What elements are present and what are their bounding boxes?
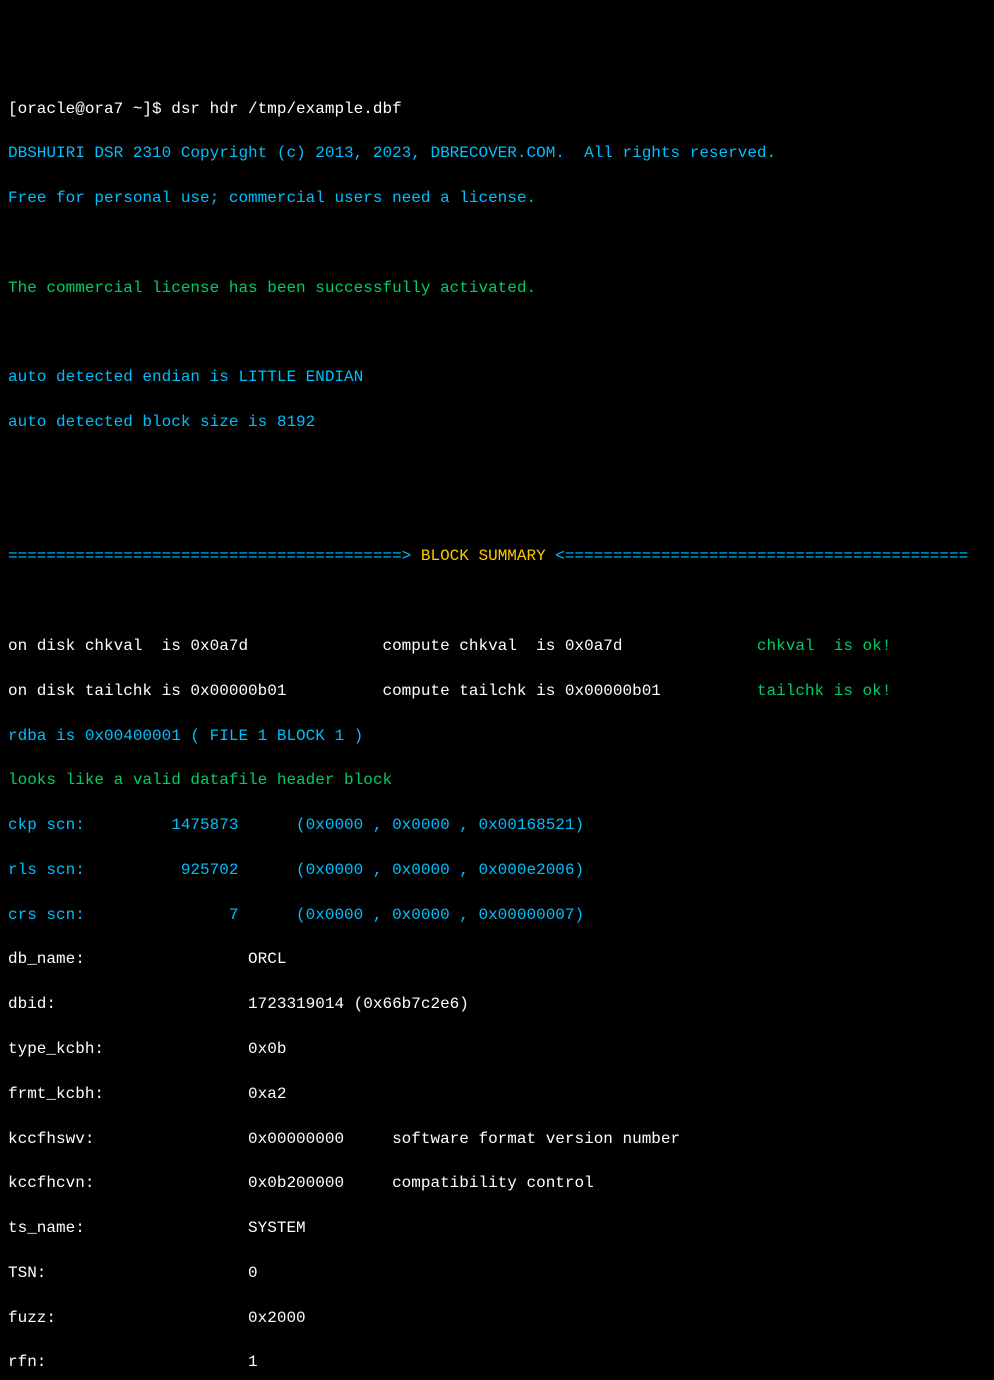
endian-detected: auto detected endian is LITTLE ENDIAN — [8, 366, 986, 388]
crs-scn-line: crs scn: 7 (0x0000 , 0x0000 , 0x00000007… — [8, 904, 986, 926]
blank-line — [8, 321, 986, 343]
block-summary-header: ========================================… — [8, 545, 986, 567]
summary-separator-left: ========================================… — [8, 547, 421, 565]
copyright-line-1: DBSHUIRI DSR 2310 Copyright (c) 2013, 20… — [8, 142, 986, 164]
type-kcbh-line: type_kcbh: 0x0b — [8, 1038, 986, 1060]
fuzz-line: fuzz: 0x2000 — [8, 1307, 986, 1329]
chkval-line: on disk chkval is 0x0a7d compute chkval … — [8, 635, 986, 657]
tailchk-text: on disk tailchk is 0x00000b01 compute ta… — [8, 682, 757, 700]
tsn-line: TSN: 0 — [8, 1262, 986, 1284]
rfn-line: rfn: 1 — [8, 1351, 986, 1373]
blank-line — [8, 232, 986, 254]
chkval-status: chkval is ok! — [757, 637, 891, 655]
license-status: The commercial license has been successf… — [8, 277, 986, 299]
terminal-prompt: [oracle@ora7 ~]$ dsr hdr /tmp/example.db… — [8, 98, 986, 120]
chkval-text: on disk chkval is 0x0a7d compute chkval … — [8, 637, 757, 655]
rls-scn-line: rls scn: 925702 (0x0000 , 0x0000 , 0x000… — [8, 859, 986, 881]
db-name-line: db_name: ORCL — [8, 948, 986, 970]
copyright-line-2: Free for personal use; commercial users … — [8, 187, 986, 209]
rdba-line: rdba is 0x00400001 ( FILE 1 BLOCK 1 ) — [8, 725, 986, 747]
kccfhcvn-line: kccfhcvn: 0x0b200000 compatibility contr… — [8, 1172, 986, 1194]
frmt-kcbh-line: frmt_kcbh: 0xa2 — [8, 1083, 986, 1105]
ckp-scn-line: ckp scn: 1475873 (0x0000 , 0x0000 , 0x00… — [8, 814, 986, 836]
valid-header-line: looks like a valid datafile header block — [8, 769, 986, 791]
blocksize-detected: auto detected block size is 8192 — [8, 411, 986, 433]
tailchk-status: tailchk is ok! — [757, 682, 891, 700]
ts-name-line: ts_name: SYSTEM — [8, 1217, 986, 1239]
summary-separator-right: <=======================================… — [546, 547, 968, 565]
kccfhswv-line: kccfhswv: 0x00000000 software format ver… — [8, 1128, 986, 1150]
dbid-line: dbid: 1723319014 (0x66b7c2e6) — [8, 993, 986, 1015]
blank-line — [8, 501, 986, 523]
tailchk-line: on disk tailchk is 0x00000b01 compute ta… — [8, 680, 986, 702]
summary-title: BLOCK SUMMARY — [421, 547, 546, 565]
blank-line — [8, 590, 986, 612]
blank-line — [8, 456, 986, 478]
